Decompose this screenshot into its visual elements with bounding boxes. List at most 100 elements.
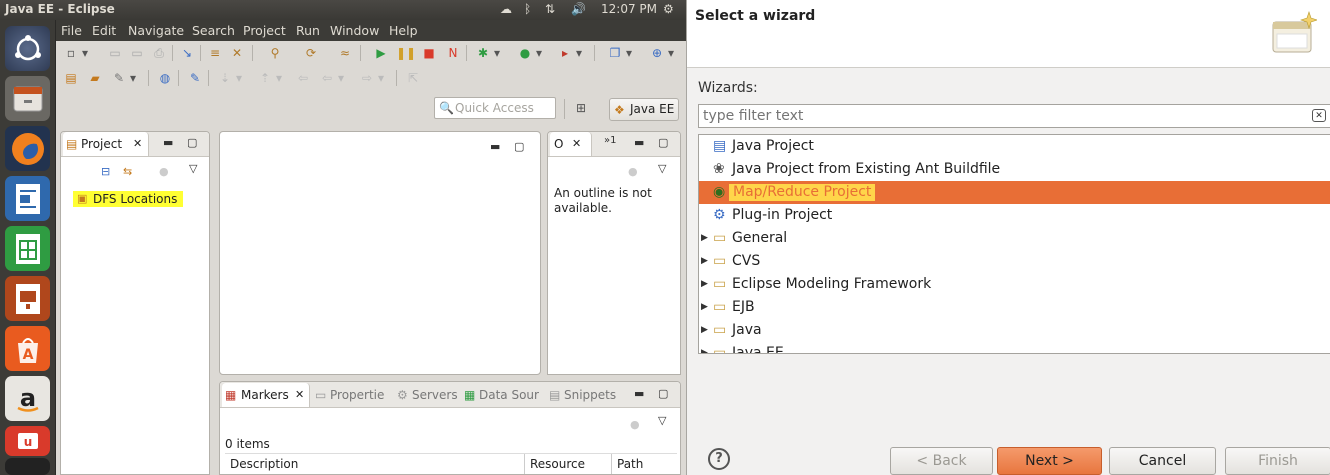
suspend-icon[interactable]: ❚❚ bbox=[396, 44, 416, 62]
new-icon[interactable]: ▫ bbox=[62, 44, 80, 62]
resume-icon[interactable]: ▶ bbox=[372, 44, 390, 62]
tree-item-emf[interactable]: ▶ ▭ Eclipse Modeling Framework bbox=[699, 273, 1330, 296]
expand-arrow-icon[interactable]: ▶ bbox=[701, 296, 708, 319]
tree-item-dfs-locations[interactable]: ▣ DFS Locations bbox=[73, 191, 184, 207]
quick-access-input[interactable]: 🔍 Quick Access bbox=[434, 97, 556, 119]
run-icon[interactable]: ● bbox=[516, 44, 534, 62]
debug-server-icon[interactable]: ⚲ bbox=[266, 44, 284, 62]
menu-run[interactable]: Run bbox=[296, 23, 320, 38]
view-menu-icon[interactable]: ▽ bbox=[658, 162, 666, 175]
menu-navigate[interactable]: Navigate bbox=[128, 23, 184, 38]
menu-window[interactable]: Window bbox=[330, 23, 379, 38]
network-icon[interactable]: ⇅ bbox=[545, 2, 555, 16]
menu-help[interactable]: Help bbox=[389, 23, 418, 38]
tab-data-source[interactable]: ▦ Data Sour bbox=[463, 383, 539, 407]
tree-item-mapreduce-project[interactable]: ◉ Map/Reduce Project bbox=[699, 181, 1330, 204]
forward-dropdown-icon[interactable]: ▾ bbox=[376, 69, 386, 87]
close-icon[interactable]: ✕ bbox=[295, 383, 304, 407]
tree-item-java-ee[interactable]: ▶ ▭ Java EE bbox=[699, 342, 1330, 353]
expand-arrow-icon[interactable]: ▶ bbox=[701, 250, 708, 273]
back-button[interactable]: < Back bbox=[890, 447, 993, 475]
focus-icon[interactable]: ● bbox=[628, 165, 638, 178]
debug-icon[interactable]: ✱ bbox=[474, 44, 492, 62]
profile-icon[interactable]: ≈ bbox=[336, 44, 354, 62]
terminal-icon[interactable] bbox=[5, 458, 50, 475]
overflow-tabs[interactable]: »1 bbox=[604, 135, 616, 146]
open-perspective-icon[interactable]: ⊞ bbox=[576, 101, 594, 119]
next-button[interactable]: Next > bbox=[997, 447, 1102, 475]
editor-minimize-icon[interactable]: ▬ bbox=[490, 140, 500, 153]
perspective-java-ee-button[interactable]: ❖ Java EE bbox=[609, 98, 679, 121]
tree-item-java[interactable]: ▶ ▭ Java bbox=[699, 319, 1330, 342]
ubuntu-one-icon[interactable]: u bbox=[5, 426, 50, 456]
focus-icon[interactable]: ● bbox=[630, 418, 640, 431]
terminate-icon[interactable]: ■ bbox=[420, 44, 438, 62]
wrench-dropdown-icon[interactable]: ▾ bbox=[128, 69, 138, 87]
tree-item-java-project-ant[interactable]: ❀ Java Project from Existing Ant Buildfi… bbox=[699, 158, 1330, 181]
minimize-icon[interactable]: ▬ bbox=[634, 387, 644, 400]
calc-icon[interactable] bbox=[5, 226, 50, 271]
publish-icon[interactable]: ⟳ bbox=[302, 44, 320, 62]
maximize-icon[interactable]: ▢ bbox=[658, 387, 668, 400]
new-server-dropdown-icon[interactable]: ▾ bbox=[624, 44, 634, 62]
save-all-icon[interactable]: ▭ bbox=[128, 44, 146, 62]
close-icon[interactable]: ✕ bbox=[133, 132, 142, 156]
finish-button[interactable]: Finish bbox=[1225, 447, 1330, 475]
expand-arrow-icon[interactable]: ▶ bbox=[701, 342, 708, 353]
focus-icon[interactable]: ● bbox=[159, 165, 169, 178]
maximize-icon[interactable]: ▢ bbox=[658, 136, 668, 149]
server-icon[interactable]: ≡ bbox=[206, 44, 224, 62]
prev-annotation-dropdown-icon[interactable]: ▾ bbox=[274, 69, 284, 87]
new-web-service-icon[interactable]: ⊕ bbox=[648, 44, 666, 62]
forward-icon[interactable]: ⇨ bbox=[358, 69, 376, 87]
minimize-icon[interactable]: ▬ bbox=[634, 136, 644, 149]
open-folder-icon[interactable]: ▰ bbox=[86, 69, 104, 87]
amazon-icon[interactable]: a bbox=[5, 376, 50, 421]
clear-filter-icon[interactable]: ✕ bbox=[1312, 109, 1326, 122]
column-path[interactable]: Path bbox=[617, 454, 643, 474]
run-dropdown-icon[interactable]: ▾ bbox=[534, 44, 544, 62]
minimize-icon[interactable]: ▬ bbox=[163, 136, 173, 149]
menu-edit[interactable]: Edit bbox=[92, 23, 116, 38]
wizard-filter-input[interactable] bbox=[698, 104, 1330, 128]
files-icon[interactable] bbox=[5, 76, 50, 121]
help-button[interactable]: ? bbox=[708, 448, 730, 470]
menu-file[interactable]: File bbox=[61, 23, 82, 38]
clock[interactable]: 12:07 PM bbox=[601, 2, 657, 16]
globe-icon[interactable]: ◍ bbox=[156, 69, 174, 87]
expand-arrow-icon[interactable]: ▶ bbox=[701, 273, 708, 296]
maximize-icon[interactable]: ▢ bbox=[187, 136, 197, 149]
last-edit-icon[interactable]: ⇦ bbox=[294, 69, 312, 87]
column-resource[interactable]: Resource bbox=[530, 454, 585, 474]
collapse-all-icon[interactable]: ⊟ bbox=[101, 165, 110, 178]
new-dropdown-icon[interactable]: ▾ bbox=[80, 44, 90, 62]
pin-editor-icon[interactable]: ⇱ bbox=[404, 69, 422, 87]
volume-icon[interactable]: 🔊 bbox=[571, 2, 586, 16]
next-annotation-dropdown-icon[interactable]: ▾ bbox=[234, 69, 244, 87]
open-type-icon[interactable]: ▤ bbox=[62, 69, 80, 87]
dash-icon[interactable] bbox=[5, 26, 50, 71]
expand-arrow-icon[interactable]: ▶ bbox=[701, 227, 708, 250]
wrench-icon[interactable]: ✎ bbox=[110, 69, 128, 87]
tab-properties[interactable]: ▭ Propertie bbox=[314, 383, 384, 407]
tree-item-java-project[interactable]: ▤ Java Project bbox=[699, 135, 1330, 158]
tree-item-plugin-project[interactable]: ⚙ Plug-in Project bbox=[699, 204, 1330, 227]
gear-icon[interactable]: ⚙ bbox=[663, 2, 674, 16]
cancel-button[interactable]: Cancel bbox=[1109, 447, 1216, 475]
back-dropdown-icon[interactable]: ▾ bbox=[336, 69, 346, 87]
bluetooth-icon[interactable]: ᛒ bbox=[524, 2, 531, 16]
link-editor-icon[interactable]: ⇆ bbox=[123, 165, 132, 178]
column-description[interactable]: Description bbox=[230, 454, 298, 474]
view-menu-icon[interactable]: ▽ bbox=[189, 162, 197, 175]
print-icon[interactable]: ⎙ bbox=[150, 44, 168, 62]
tab-servers[interactable]: ⚙ Servers bbox=[396, 383, 458, 407]
prev-annotation-icon[interactable]: ⇡ bbox=[256, 69, 274, 87]
tab-snippets[interactable]: ▤ Snippets bbox=[548, 383, 616, 407]
cloud-icon[interactable]: ☁ bbox=[500, 2, 512, 16]
tab-project[interactable]: ▤ Project ✕ bbox=[63, 132, 149, 156]
close-icon[interactable]: ✕ bbox=[572, 132, 581, 156]
search-bar-icon[interactable]: ✎ bbox=[186, 69, 204, 87]
view-menu-icon[interactable]: ▽ bbox=[658, 414, 666, 427]
debug-dropdown-icon[interactable]: ▾ bbox=[492, 44, 502, 62]
menu-search[interactable]: Search bbox=[192, 23, 235, 38]
